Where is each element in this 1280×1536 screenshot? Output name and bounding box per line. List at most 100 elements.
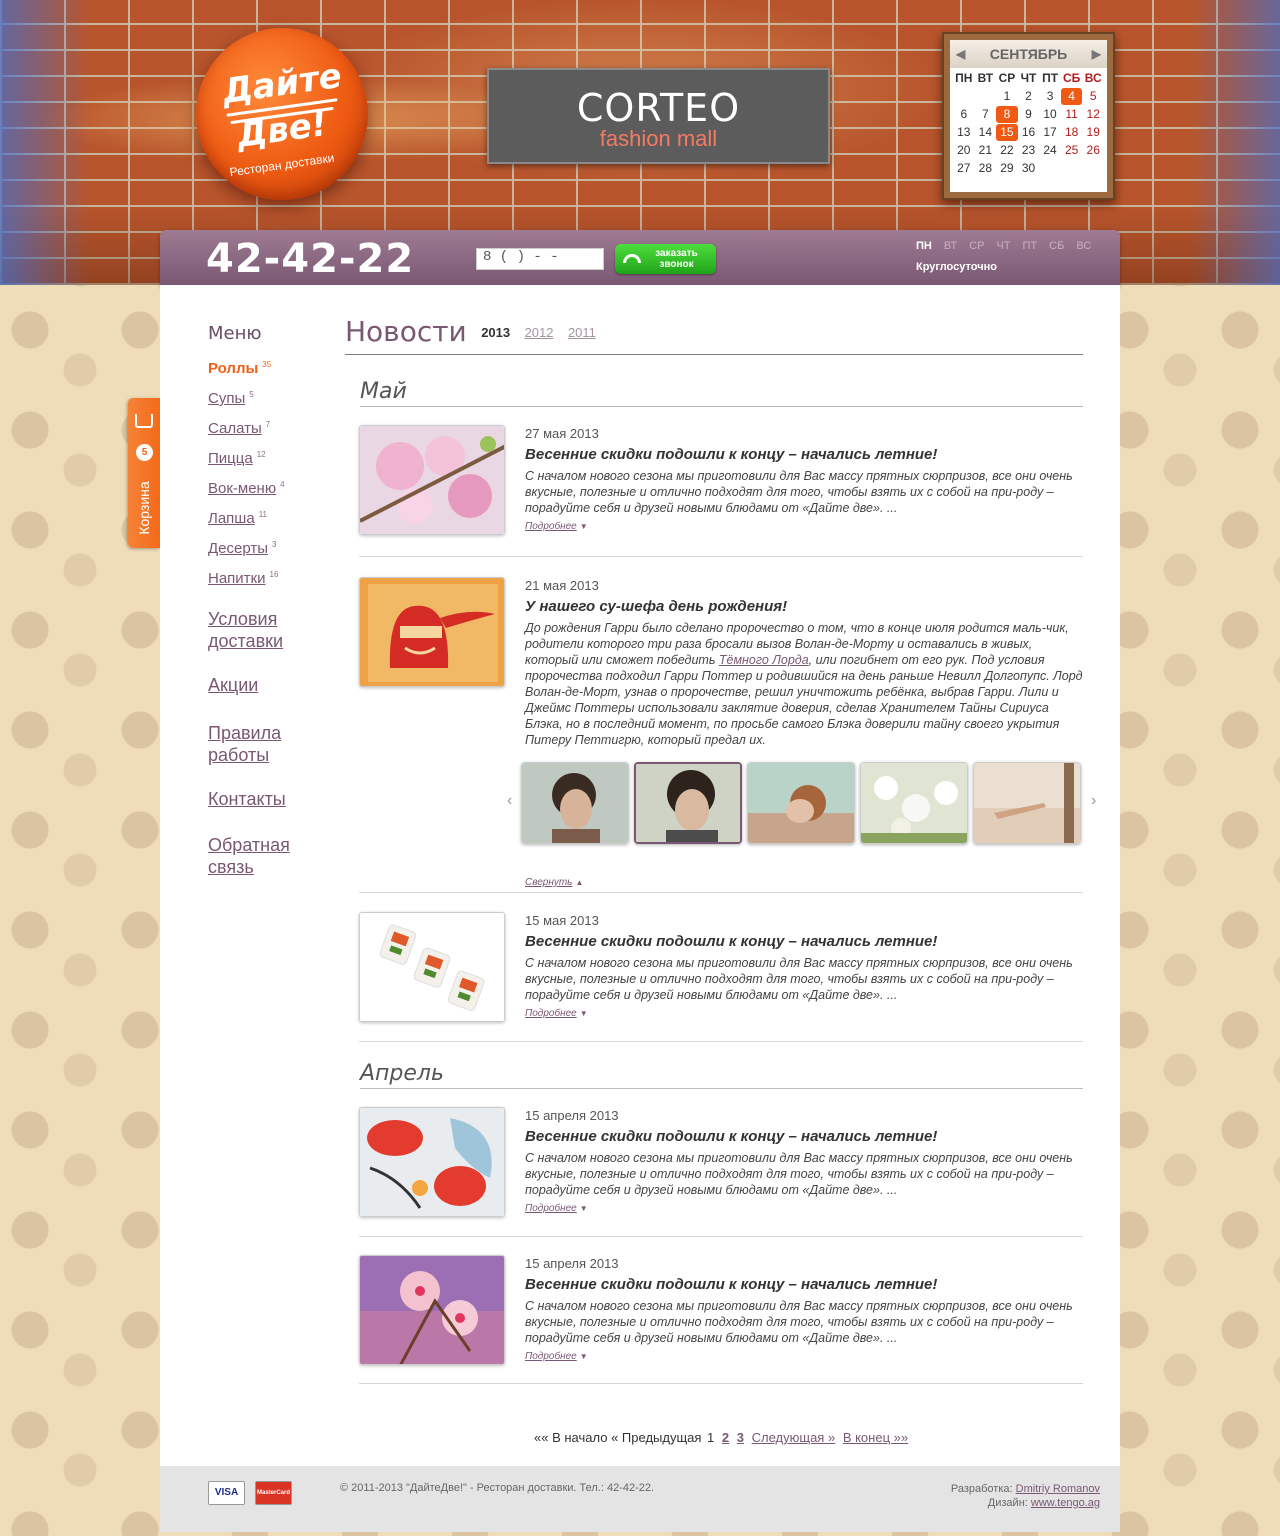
sidebar-item-label[interactable]: Пицца [208, 450, 253, 467]
news-title[interactable]: Весенние скидки подошли к концу – начали… [525, 446, 1083, 463]
mastercard-icon: MasterCard [255, 1481, 292, 1505]
news-title[interactable]: Весенние скидки подошли к концу – начали… [525, 933, 1083, 950]
work-hours: Круглосуточно [916, 261, 997, 273]
calendar-day[interactable]: 19 [1082, 124, 1104, 141]
gallery-photo-1[interactable] [521, 762, 629, 844]
news-title[interactable]: Весенние скидки подошли к концу – начали… [525, 1128, 1083, 1145]
calendar-day[interactable]: 5 [1082, 88, 1104, 105]
calendar-day[interactable]: 16 [1018, 124, 1040, 141]
gallery-photo-4[interactable] [860, 762, 968, 844]
sidebar-item-label[interactable]: Супы [208, 390, 245, 407]
news-image-blossom[interactable] [359, 425, 505, 535]
calendar-day[interactable]: 18 [1061, 124, 1083, 141]
gallery-photo-3[interactable] [747, 762, 855, 844]
calendar-day[interactable]: 30 [1018, 160, 1040, 177]
main-content: Меню Роллы 35 Супы 5 Салаты 7 Пицца 12 Вок-меню 4… [160, 285, 1120, 1466]
year-tab-2013[interactable]: 2013 [481, 325, 510, 340]
callback-phone-input[interactable]: 8 ( ) - - [476, 248, 604, 270]
next-month-icon[interactable]: ▶ [1092, 47, 1101, 61]
sidebar-item[interactable]: Супы 5 [208, 390, 328, 408]
sidebar-item-label[interactable]: Десерты [208, 540, 268, 557]
read-more-link[interactable]: Подробнее ▼ [525, 521, 588, 532]
calendar-day[interactable]: 26 [1082, 142, 1104, 159]
calendar-day[interactable]: 24 [1039, 142, 1061, 159]
sidebar-item[interactable]: Салаты 7 [208, 420, 328, 438]
calendar-day[interactable]: 13 [953, 124, 975, 141]
sidebar-item[interactable]: Вок-меню 4 [208, 480, 328, 498]
sidebar-link[interactable]: Контакты [208, 788, 328, 810]
prev-month-icon[interactable]: ◀ [956, 47, 965, 61]
news-text-part2: , или погибнет от его рук. Под условия п… [525, 653, 1083, 747]
sidebar-item-label[interactable]: Вок-меню [208, 480, 276, 497]
pager-page-3[interactable]: 3 [737, 1430, 744, 1445]
news-title[interactable]: Весенние скидки подошли к концу – начали… [525, 1276, 1083, 1293]
sidebar-link[interactable]: Условия доставки [208, 608, 328, 652]
read-more-link[interactable]: Подробнее ▼ [525, 1008, 588, 1019]
calendar-day[interactable]: 9 [1018, 106, 1040, 123]
news-image-sushi[interactable] [359, 912, 505, 1022]
news-date: 15 апреля 2013 [525, 1256, 619, 1271]
calendar-day[interactable]: 17 [1039, 124, 1061, 141]
calendar-day[interactable]: 4 [1060, 88, 1083, 105]
sidebar-item-label[interactable]: Салаты [208, 420, 262, 437]
cart-tab[interactable]: 5 Корзина [128, 398, 160, 548]
news-image-pink-flower[interactable] [359, 1255, 505, 1365]
calendar-day[interactable]: 15 [996, 124, 1018, 141]
calendar-day[interactable]: 10 [1039, 106, 1061, 123]
news-image-ninja[interactable] [359, 577, 505, 687]
calendar-day[interactable]: 29 [996, 160, 1018, 177]
sidebar-item[interactable]: Роллы 35 [208, 360, 328, 378]
news-image-koi[interactable] [359, 1107, 505, 1217]
pager-next[interactable]: Следующая » [752, 1430, 836, 1445]
sidebar-item-label[interactable]: Лапша [208, 510, 255, 527]
calendar-day[interactable]: 6 [953, 106, 975, 123]
designer-link[interactable]: www.tengo.ag [1031, 1497, 1100, 1509]
calendar-day[interactable]: 23 [1018, 142, 1040, 159]
pager-last[interactable]: В конец »» [843, 1430, 908, 1445]
developer-link[interactable]: Dmitriy Romanov [1016, 1483, 1100, 1495]
sidebar-link[interactable]: Обратная связь [208, 834, 328, 878]
read-more-link[interactable]: Подробнее ▼ [525, 1203, 588, 1214]
calendar-day[interactable]: 3 [1039, 88, 1061, 105]
calendar-day[interactable]: 8 [996, 106, 1018, 123]
sidebar-item[interactable]: Лапша 11 [208, 510, 328, 528]
order-call-button[interactable]: заказать звонок [615, 244, 716, 274]
calendar-day[interactable]: 28 [975, 160, 997, 177]
sidebar-item[interactable]: Пицца 12 [208, 450, 328, 468]
sidebar-link[interactable]: Правила работы [208, 722, 328, 766]
gallery-photo-5[interactable] [973, 762, 1081, 844]
sidebar-item[interactable]: Напитки 16 [208, 570, 328, 588]
order-call-label-2: звонок [659, 259, 694, 270]
calendar-day[interactable]: 20 [953, 142, 975, 159]
sidebar-item[interactable]: Десерты 3 [208, 540, 328, 558]
pager-current: 1 [707, 1430, 715, 1445]
sidebar-link[interactable]: Акции [208, 674, 328, 696]
calendar-day[interactable]: 14 [975, 124, 997, 141]
calendar-day[interactable]: 21 [975, 142, 997, 159]
dark-lord-link[interactable]: Тёмного Лорда [719, 653, 809, 667]
copyright: © 2011-2013 "ДайтеДве!" - Ресторан доста… [340, 1482, 655, 1494]
gallery-prev-icon[interactable]: ‹ [507, 792, 512, 810]
calendar-day[interactable]: 11 [1061, 106, 1083, 123]
pager-page-2[interactable]: 2 [722, 1430, 729, 1445]
logo[interactable]: Дайте Две! Ресторан доставки [196, 28, 368, 200]
sidebar-item-label[interactable]: Роллы [208, 360, 258, 377]
gallery-next-icon[interactable]: › [1091, 792, 1096, 810]
calendar-day[interactable]: 12 [1082, 106, 1104, 123]
calendar-day[interactable]: 2 [1018, 88, 1040, 105]
news-title[interactable]: У нашего су-шефа день рождения! [525, 598, 1083, 615]
sidebar-item-label[interactable]: Напитки [208, 570, 266, 587]
calendar-day[interactable]: 27 [953, 160, 975, 177]
news-text: С началом нового сезона мы приготовили д… [525, 956, 1073, 1002]
calendar-day[interactable]: 1 [996, 88, 1018, 105]
year-tab-2011[interactable]: 2011 [568, 325, 596, 340]
read-more-link[interactable]: Подробнее ▼ [525, 1351, 588, 1362]
collapse-link[interactable]: Свернуть ▲ [525, 877, 583, 888]
gallery-photo-2[interactable] [634, 762, 742, 844]
ad-banner[interactable]: CORTEO fashion mall [487, 68, 830, 164]
calendar-day[interactable]: 25 [1061, 142, 1083, 159]
calendar-day[interactable]: 22 [996, 142, 1018, 159]
year-tab-2012[interactable]: 2012 [525, 325, 554, 340]
month-heading-may: Май [360, 379, 1083, 407]
calendar-day[interactable]: 7 [975, 106, 997, 123]
